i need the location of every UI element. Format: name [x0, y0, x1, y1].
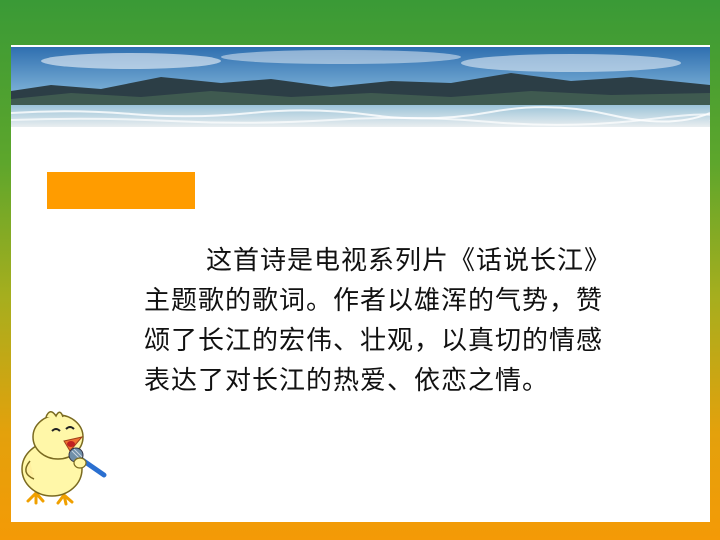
slide-canvas: 这首诗是电视系列片《话说长江》 主题歌的歌词。作者以雄浑的气势，赞 颂了长江的宏… — [11, 45, 710, 522]
singing-chick-icon — [16, 407, 116, 507]
landscape-banner-image — [11, 47, 710, 127]
paragraph-line-4: 表达了对长江的热爱、依恋之情。 — [144, 366, 550, 396]
poem-description: 这首诗是电视系列片《话说长江》 主题歌的歌词。作者以雄浑的气势，赞 颂了长江的宏… — [144, 241, 694, 401]
paragraph-line-2: 主题歌的歌词。作者以雄浑的气势，赞 — [144, 286, 604, 316]
paragraph-line-1: 这首诗是电视系列片《话说长江》 — [206, 246, 612, 276]
orange-label-bar — [47, 172, 195, 209]
landscape-banner — [11, 47, 710, 127]
paragraph-line-3: 颂了长江的宏伟、壮观，以真切的情感 — [144, 326, 604, 356]
